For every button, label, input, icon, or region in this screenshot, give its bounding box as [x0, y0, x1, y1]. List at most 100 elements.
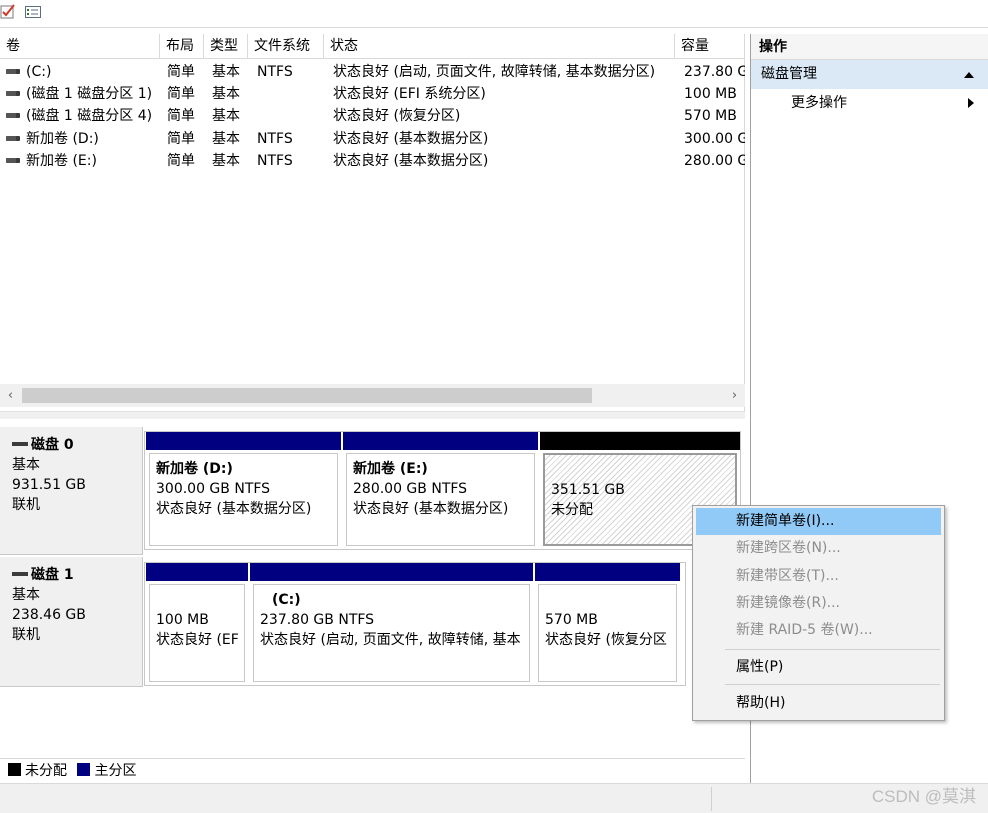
volume-type: 基本 [212, 64, 240, 80]
volume-layout: 简单 [167, 64, 195, 80]
partition-title [551, 460, 735, 480]
context-menu: 新建简单卷(I)... 新建跨区卷(N)... 新建带区卷(T)... 新建镜像… [692, 505, 945, 721]
disk-type: 基本 [12, 587, 40, 603]
menu-item-new-simple-volume[interactable]: 新建简单卷(I)... [696, 508, 941, 535]
volume-status: 状态良好 (基本数据分区) [333, 131, 489, 147]
partition-status: 状态良好 (基本数据分区) [156, 501, 312, 517]
table-row[interactable]: 新加卷 (D:) 简单 基本 NTFS 状态良好 (基本数据分区) 300.00… [0, 128, 745, 150]
legend: 未分配 主分区 [0, 758, 745, 783]
unallocated-swatch [8, 763, 21, 776]
primary-partition-swatch [77, 763, 91, 776]
partition-title [545, 590, 676, 610]
more-actions-item[interactable]: 更多操作 [751, 89, 988, 118]
disk-type: 基本 [12, 457, 40, 473]
volume-name: (磁盘 1 磁盘分区 1) [26, 86, 153, 102]
horizontal-scrollbar[interactable]: ‹ › [0, 384, 745, 407]
volume-status: 状态良好 (启动, 页面文件, 故障转储, 基本数据分区) [333, 64, 656, 80]
partition-e[interactable]: 新加卷 (E:) 280.00 GB NTFS 状态良好 (基本数据分区) [343, 432, 538, 549]
partition-size: 100 MB [156, 612, 209, 628]
disk-name: 磁盘 1 [31, 567, 74, 583]
drive-icon [6, 135, 20, 141]
column-header-status[interactable]: 状态 [324, 34, 675, 59]
volume-filesystem: NTFS [257, 153, 293, 169]
scroll-left-arrow-icon[interactable]: ‹ [0, 384, 21, 407]
table-row[interactable]: (磁盘 1 磁盘分区 4) 简单 基本 状态良好 (恢复分区) 570 MB [0, 105, 745, 127]
volume-type: 基本 [212, 86, 240, 102]
disk-0-info[interactable]: 磁盘 0 基本 931.51 GB 联机 [0, 427, 143, 555]
column-header-layout[interactable]: 布局 [160, 34, 204, 59]
menu-item-new-spanned-volume[interactable]: 新建跨区卷(N)... [696, 535, 941, 562]
menu-separator [725, 684, 940, 685]
volume-filesystem: NTFS [257, 131, 293, 147]
column-header-volume[interactable]: 卷 [0, 34, 160, 59]
disk-icon [12, 571, 28, 576]
partition-size: 351.51 GB [551, 482, 625, 498]
volume-type: 基本 [212, 108, 240, 124]
watermark: CSDN @莫淇 [871, 787, 976, 806]
column-header-capacity[interactable]: 容量 [675, 34, 745, 59]
actions-section-label: 磁盘管理 [761, 66, 817, 82]
disk-0-partitions: 新加卷 (D:) 300.00 GB NTFS 状态良好 (基本数据分区) 新加… [144, 431, 741, 550]
partition-title [156, 590, 244, 610]
more-actions-label: 更多操作 [791, 95, 847, 111]
partition-status: 状态良好 (启动, 页面文件, 故障转储, 基本 [260, 632, 521, 648]
drive-icon [6, 90, 20, 96]
disk-1-partitions: 100 MB 状态良好 (EF (C:) 237.80 GB NTFS 状态良好… [144, 562, 686, 686]
partition-size: 300.00 GB NTFS [156, 481, 271, 497]
volume-filesystem: NTFS [257, 64, 293, 80]
column-header-type[interactable]: 类型 [204, 34, 248, 59]
drive-icon [6, 157, 20, 163]
volume-capacity: 570 MB [684, 108, 737, 124]
status-bar: CSDN @莫淇 [0, 783, 988, 813]
disk-state: 联机 [12, 627, 40, 643]
disk-size: 931.51 GB [12, 477, 86, 493]
partition-size: 280.00 GB NTFS [353, 481, 468, 497]
menu-item-new-mirrored-volume[interactable]: 新建镜像卷(R)... [696, 590, 941, 617]
partition-efi[interactable]: 100 MB 状态良好 (EF [146, 563, 248, 685]
volume-type: 基本 [212, 153, 240, 169]
drive-icon [6, 68, 20, 74]
properties-list-icon[interactable] [24, 3, 42, 21]
collapse-up-icon[interactable] [964, 72, 974, 78]
partition-recovery[interactable]: 570 MB 状态良好 (恢复分区 [535, 563, 680, 685]
volume-type: 基本 [212, 131, 240, 147]
volume-name: (磁盘 1 磁盘分区 4) [26, 108, 153, 124]
partition-status: 状态良好 (恢复分区 [545, 632, 667, 648]
disk-size: 238.46 GB [12, 607, 86, 623]
partition-title: 新加卷 (E:) [353, 461, 428, 477]
disk-1-info[interactable]: 磁盘 1 基本 238.46 GB 联机 [0, 557, 143, 687]
toolbar [0, 0, 988, 28]
checklist-icon[interactable] [0, 3, 18, 21]
legend-primary-label: 主分区 [94, 763, 137, 779]
status-separator [711, 787, 712, 811]
menu-item-new-raid5-volume[interactable]: 新建 RAID-5 卷(W)... [696, 617, 941, 644]
volume-filesystem [257, 83, 323, 105]
partition-status: 状态良好 (基本数据分区) [353, 501, 509, 517]
partition-c[interactable]: (C:) 237.80 GB NTFS 状态良好 (启动, 页面文件, 故障转储… [250, 563, 533, 685]
table-row[interactable]: (C:) 简单 基本 NTFS 状态良好 (启动, 页面文件, 故障转储, 基本… [0, 61, 745, 83]
volume-layout: 简单 [167, 153, 195, 169]
volume-status: 状态良好 (基本数据分区) [333, 153, 489, 169]
partition-d[interactable]: 新加卷 (D:) 300.00 GB NTFS 状态良好 (基本数据分区) [146, 432, 341, 549]
menu-item-help[interactable]: 帮助(H) [696, 690, 941, 717]
partition-title: (C:) [272, 592, 301, 608]
menu-separator [725, 649, 940, 650]
volume-layout: 简单 [167, 86, 195, 102]
volume-name: (C:) [26, 64, 52, 80]
actions-section-disk-management[interactable]: 磁盘管理 [751, 60, 988, 89]
table-row[interactable]: 新加卷 (E:) 简单 基本 NTFS 状态良好 (基本数据分区) 280.00… [0, 150, 745, 172]
volume-status: 状态良好 (EFI 系统分区) [333, 86, 486, 102]
menu-item-properties[interactable]: 属性(P) [696, 654, 941, 681]
volume-layout: 简单 [167, 131, 195, 147]
disk-graphical-view: 磁盘 0 基本 931.51 GB 联机 新加卷 (D:) 300.00 GB … [0, 419, 745, 755]
column-header-filesystem[interactable]: 文件系统 [248, 34, 324, 59]
scroll-right-arrow-icon[interactable]: › [724, 384, 745, 407]
volume-name: 新加卷 (D:) [26, 131, 99, 147]
pane-splitter[interactable] [0, 411, 745, 419]
menu-item-new-striped-volume[interactable]: 新建带区卷(T)... [696, 563, 941, 590]
volume-capacity: 280.00 G [684, 153, 745, 169]
partition-size: 570 MB [545, 612, 598, 628]
table-row[interactable]: (磁盘 1 磁盘分区 1) 简单 基本 状态良好 (EFI 系统分区) 100 … [0, 83, 745, 105]
disk-icon [12, 441, 28, 446]
scrollbar-thumb[interactable] [22, 388, 592, 403]
